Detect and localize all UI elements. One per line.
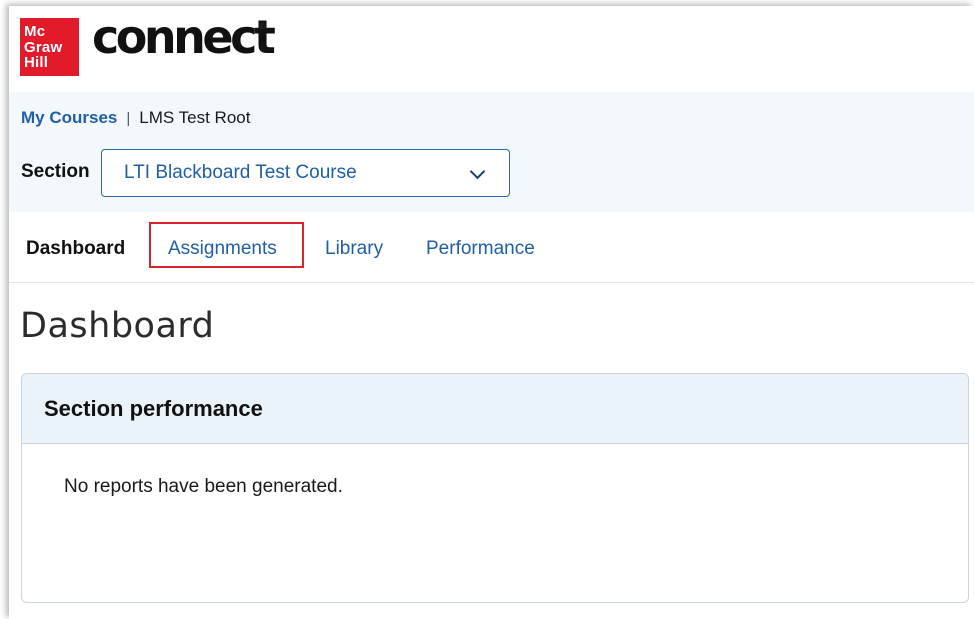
logo-line-1: Mc xyxy=(24,23,46,40)
section-performance-card: Section performance No reports have been… xyxy=(21,373,969,603)
breadcrumb-separator: | xyxy=(126,109,131,127)
section-label: Section xyxy=(21,161,90,182)
connect-wordmark[interactable]: connect xyxy=(92,10,276,64)
card-message: No reports have been generated. xyxy=(64,476,343,497)
tab-dashboard[interactable]: Dashboard xyxy=(26,238,125,260)
chevron-down-icon xyxy=(469,163,486,180)
tab-performance[interactable]: Performance xyxy=(426,238,535,260)
section-select[interactable]: LTI Blackboard Test Course xyxy=(101,149,510,197)
breadcrumb-my-courses-link[interactable]: My Courses xyxy=(21,108,117,128)
logo-line-3: Hill xyxy=(24,54,49,71)
mcgraw-hill-logo[interactable]: Mc Graw Hill xyxy=(20,18,79,76)
course-bar: My Courses | LMS Test Root Section LTI B… xyxy=(9,92,974,212)
app-window: Mc Graw Hill connect ® My Courses | LMS … xyxy=(9,6,974,619)
section-selected-value: LTI Blackboard Test Course xyxy=(124,162,357,183)
header: Mc Graw Hill connect ® xyxy=(9,6,974,92)
assignments-highlight-box xyxy=(149,222,304,268)
registered-mark: ® xyxy=(259,22,265,31)
breadcrumb-current: LMS Test Root xyxy=(139,108,251,127)
breadcrumb: My Courses | LMS Test Root xyxy=(21,108,250,128)
card-title: Section performance xyxy=(22,374,968,444)
tab-library[interactable]: Library xyxy=(325,238,383,260)
logo-line-2: Graw xyxy=(24,38,63,56)
page-title: Dashboard xyxy=(20,306,215,346)
